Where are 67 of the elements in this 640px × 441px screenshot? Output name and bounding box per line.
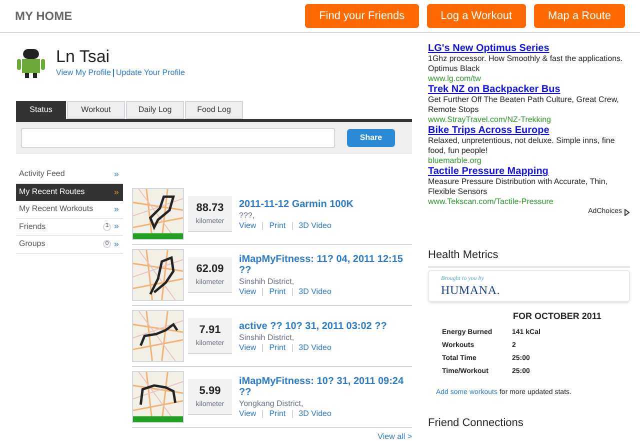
route-title[interactable]: iMapMyFitness: 10? 31, 2011 09:24 ?? — [239, 376, 412, 398]
route-action-link[interactable]: 3D Video — [292, 288, 332, 296]
distance-value: 7.91 — [199, 323, 221, 338]
route-action-link[interactable]: Print — [262, 288, 286, 296]
tab[interactable]: Food Log — [185, 101, 243, 119]
route-action-link[interactable]: View — [239, 222, 256, 230]
route-action-link[interactable]: View — [239, 344, 256, 352]
section-title: Health Metrics — [428, 247, 630, 268]
route-action-link[interactable]: Print — [262, 344, 286, 352]
route-action-link[interactable]: 3D Video — [292, 410, 332, 418]
double-chevron-icon — [113, 223, 120, 230]
route-title[interactable]: iMapMyFitness: 11? 04, 2011 12:15 ?? — [239, 254, 412, 276]
distance-value: 62.09 — [196, 262, 224, 277]
route-map-thumbnail[interactable] — [132, 188, 184, 240]
robot-avatar-icon — [16, 47, 46, 79]
nav-button[interactable]: Log a Workout — [426, 4, 526, 28]
double-chevron-icon — [113, 170, 120, 178]
status-input[interactable] — [21, 128, 335, 148]
double-chevron-icon — [113, 206, 120, 213]
user-name: Ln Tsai — [56, 47, 111, 67]
tab[interactable]: Workout — [67, 101, 125, 119]
view-all-link[interactable]: View all > — [378, 431, 412, 441]
ad-title[interactable]: LG's New Optimus Series — [428, 43, 630, 54]
distance-value: 5.99 — [199, 384, 221, 399]
share-button[interactable]: Share — [347, 129, 395, 147]
route-location: Sinshih District, — [239, 332, 296, 344]
route-location: ???, — [239, 210, 256, 222]
ad-text: Relaxed, unpretentious, not deluxe. Simple inns, fine food, fun people! — [428, 136, 616, 156]
route-action-link[interactable]: 3D Video — [292, 222, 332, 230]
ad-url[interactable]: www.StrayTravel.com/NZ-Trekking — [428, 115, 630, 125]
ad-url[interactable]: bluemarble.org — [428, 156, 630, 166]
double-chevron-icon — [113, 188, 120, 196]
route-action-link[interactable]: View — [239, 288, 256, 296]
profile-link[interactable]: Update Your Profile — [116, 67, 185, 79]
ad-title[interactable]: Trek NZ on Backpacker Bus — [428, 84, 630, 95]
ad-text: Get Further Off The Beaten Path Culture, Great Crew, Remote Stops — [428, 95, 620, 115]
route-map-thumbnail[interactable] — [132, 249, 184, 301]
ad-url[interactable]: www.Tekscan.com/Tactile-Pressure — [428, 197, 630, 207]
play-triangle-icon — [624, 208, 630, 216]
route-action-link[interactable]: Print — [262, 222, 286, 230]
double-chevron-icon — [113, 240, 120, 248]
ad-text: Measure Pressure Distribution with Accurate, Thin, Flexible Sensors — [428, 177, 608, 197]
distance-value: 88.73 — [196, 201, 224, 216]
nav-button[interactable]: Map a Route — [534, 4, 625, 28]
sponsor-logo-text: HUMANA. — [441, 284, 502, 296]
sidebar-item[interactable]: My Recent Workouts — [16, 201, 123, 218]
ad-title[interactable]: Tactile Pressure Mapping — [428, 166, 630, 177]
page-title: MY HOME — [15, 8, 72, 25]
ad-url[interactable]: www.lg.com/tw — [428, 74, 630, 84]
tab[interactable]: Daily Log — [126, 101, 184, 119]
route-map-thumbnail[interactable] — [132, 371, 184, 423]
route-location: Sinshih District, — [239, 276, 296, 288]
sidebar-item[interactable]: My Recent Routes — [16, 184, 123, 201]
period-heading: FOR OCTOBER 2011 — [513, 310, 602, 322]
route-map-thumbnail[interactable] — [132, 310, 184, 362]
route-action-link[interactable]: Print — [262, 410, 286, 418]
ad-title[interactable]: Bike Trips Across Europe — [428, 125, 630, 136]
ad-text: 1Ghz processor. How Smoothly & fast the applications. Optimus Black — [428, 54, 624, 74]
route-action-link[interactable]: View — [239, 410, 256, 418]
section-title: Friend Connections — [428, 416, 524, 430]
profile-link[interactable]: View My Profile — [56, 67, 111, 79]
nav-button[interactable]: Find your Friends — [305, 4, 419, 28]
route-action-link[interactable]: 3D Video — [292, 344, 332, 352]
tab[interactable]: Status — [16, 101, 66, 119]
route-title[interactable]: 2011-11-12 Garmin 100K — [239, 198, 412, 210]
route-title[interactable]: active ?? 10? 31, 2011 03:02 ?? — [239, 320, 412, 332]
route-location: Yongkang District, — [239, 398, 304, 410]
